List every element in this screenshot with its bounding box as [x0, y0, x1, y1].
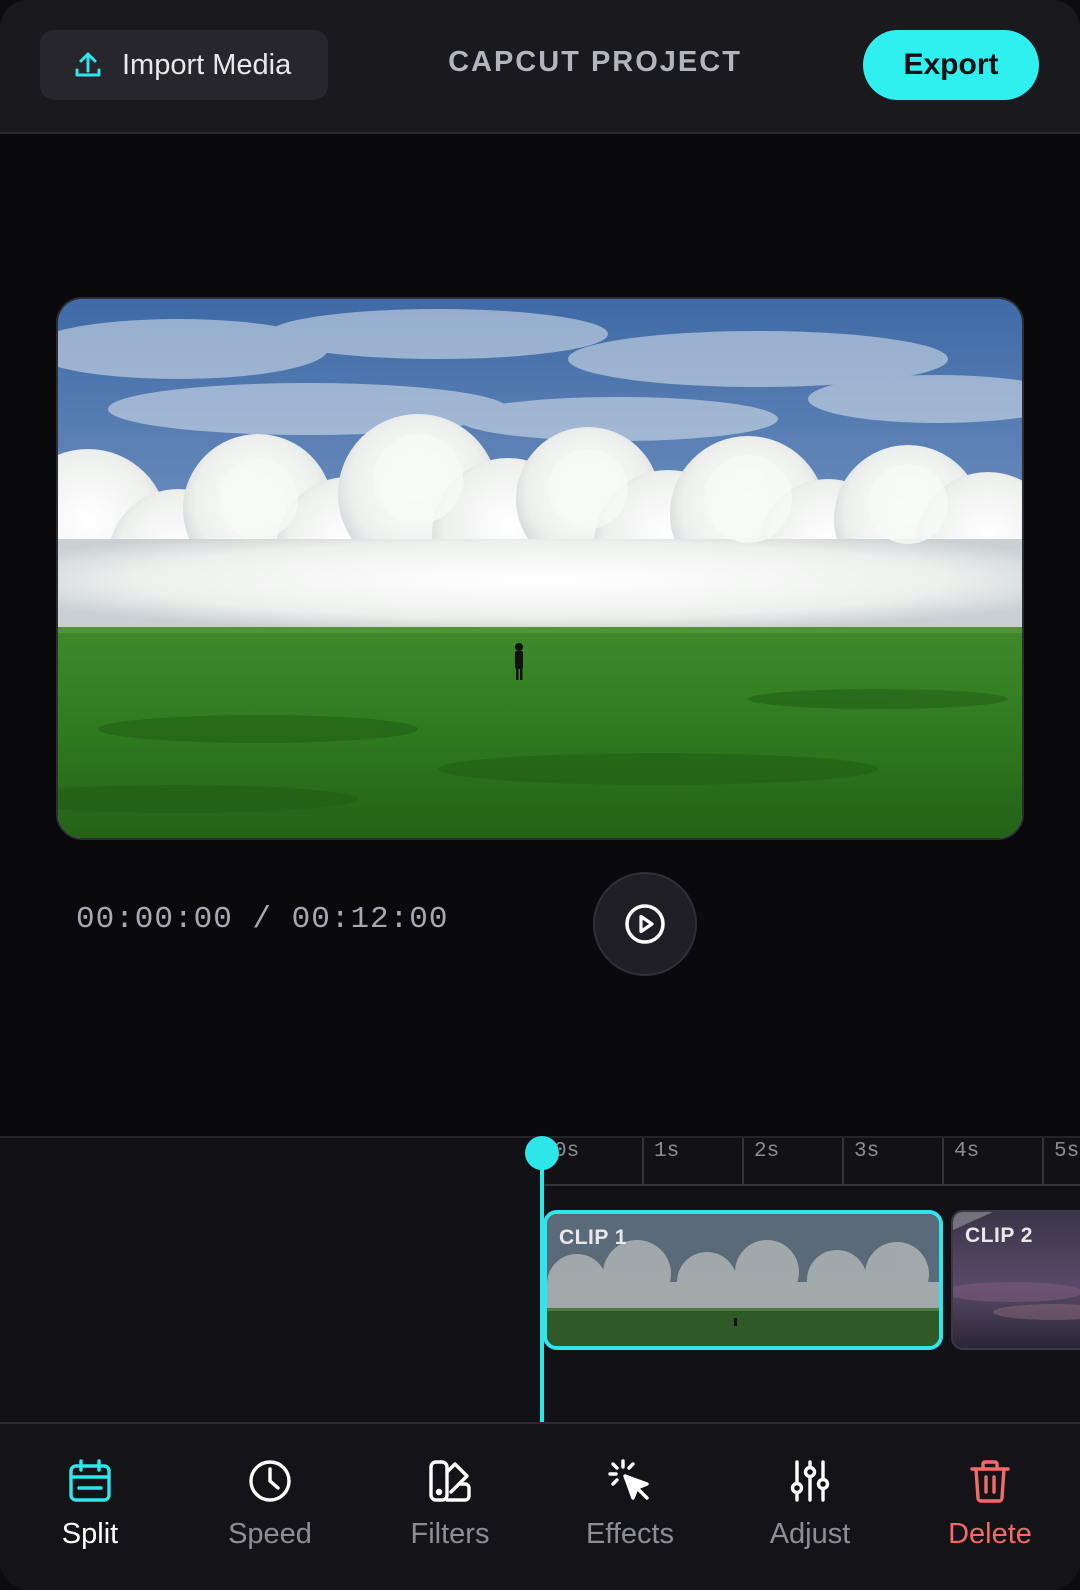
editor-app: Import Media CAPCUT PROJECT Export 00:00… [0, 0, 1080, 1590]
ruler-tick: 3s [842, 1138, 942, 1186]
tick-label: 2s [754, 1140, 780, 1163]
import-media-label: Import Media [122, 48, 292, 81]
calendar-split-icon [69, 1459, 111, 1502]
effects-label: Effects [585, 1518, 675, 1550]
ruler-tick: 2s [742, 1138, 842, 1186]
speed-tool-button[interactable]: Speed [180, 1424, 360, 1590]
bottom-toolbar: Split Speed Filters Effects Adjust Delet… [0, 1422, 1080, 1590]
play-icon [625, 904, 665, 944]
effects-tool-button[interactable]: Effects [540, 1424, 720, 1590]
tick-label: 3s [854, 1140, 880, 1163]
project-title: CAPCUT PROJECT [448, 46, 742, 78]
tick-label: 5s [1054, 1140, 1080, 1163]
sliders-icon [790, 1460, 830, 1502]
adjust-label: Adjust [769, 1518, 851, 1550]
playhead-line [540, 1152, 544, 1424]
preview-frame-landscape [58, 299, 1022, 838]
swatch-icon [429, 1460, 471, 1502]
clip-1-label: CLIP 1 [559, 1226, 627, 1249]
timeline-clip-1[interactable]: CLIP 1 [543, 1210, 943, 1350]
timeline-clip-2[interactable]: CLIP 2 [951, 1210, 1080, 1350]
import-media-button[interactable]: Import Media [40, 30, 328, 100]
playhead-handle[interactable] [525, 1136, 559, 1170]
adjust-tool-button[interactable]: Adjust [720, 1424, 900, 1590]
time-ruler: 0s 1s 2s 3s 4s 5s [542, 1138, 1080, 1186]
trash-icon [970, 1460, 1010, 1503]
ruler-tick: 1s [642, 1138, 742, 1186]
ruler-tick: 5s [1042, 1138, 1080, 1186]
split-tool-button[interactable]: Split [0, 1424, 180, 1590]
upload-icon [72, 49, 104, 81]
video-preview[interactable] [56, 297, 1024, 840]
top-bar: Import Media CAPCUT PROJECT Export [0, 0, 1080, 134]
delete-tool-button[interactable]: Delete [900, 1424, 1080, 1590]
delete-label: Delete [948, 1518, 1032, 1550]
speed-label: Speed [228, 1518, 312, 1550]
magic-cursor-icon [608, 1459, 649, 1500]
timecode-display: 00:00:00 / 00:12:00 [76, 902, 449, 937]
timeline-panel[interactable]: 0s 1s 2s 3s 4s 5s CLIP 1 CLIP 2 [0, 1136, 1080, 1424]
export-button[interactable]: Export [863, 30, 1039, 100]
split-label: Split [61, 1518, 119, 1550]
ruler-tick: 4s [942, 1138, 1042, 1186]
filters-tool-button[interactable]: Filters [360, 1424, 540, 1590]
clock-icon [249, 1460, 291, 1502]
play-button[interactable] [593, 872, 697, 976]
filters-label: Filters [410, 1518, 490, 1550]
clip-2-label: CLIP 2 [965, 1224, 1033, 1247]
tick-label: 4s [954, 1140, 980, 1163]
tick-label: 1s [654, 1140, 680, 1163]
